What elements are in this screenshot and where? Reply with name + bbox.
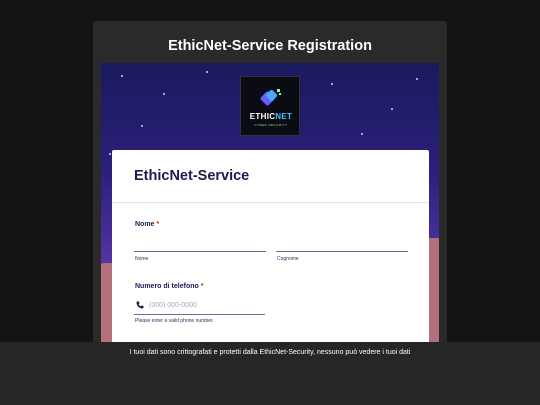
star <box>416 78 418 80</box>
last-name-input[interactable] <box>276 236 408 250</box>
page-title: EthicNet-Service Registration <box>168 38 372 54</box>
security-notice: I tuoi dati sono crittografati e protett… <box>129 349 411 356</box>
registration-form: EthicNet-Service Nome * Nome Cognome Num… <box>112 150 429 363</box>
phone-underline <box>134 314 265 315</box>
logo-mark-icon <box>260 89 281 106</box>
phone-input[interactable]: (000) 000-0000 <box>149 302 197 309</box>
star <box>331 83 333 85</box>
name-label: Nome * <box>135 221 159 228</box>
required-mark: * <box>156 221 160 228</box>
first-name-underline <box>134 251 266 252</box>
required-mark: * <box>200 283 204 290</box>
first-name-input[interactable] <box>134 236 266 250</box>
phone-icon <box>136 301 144 309</box>
first-name-sublabel: Nome <box>135 256 149 262</box>
logo-wordmark: ETHICNET <box>241 112 301 121</box>
star <box>163 93 165 95</box>
phone-label-text: Numero di telefono <box>135 283 199 290</box>
logo-word-main: ETHIC <box>249 112 276 121</box>
last-name-underline <box>276 251 408 252</box>
star <box>391 108 393 110</box>
phone-label: Numero di telefono * <box>135 283 203 290</box>
star <box>206 71 208 73</box>
logo-word-accent: NET <box>275 112 293 121</box>
star <box>121 75 123 77</box>
star <box>141 125 143 127</box>
form-divider <box>112 202 429 203</box>
logo-tagline: CYBER SECURITY <box>254 123 288 127</box>
form-embed-frame: ETHICNET CYBER SECURITY EthicNet-Service… <box>101 63 439 363</box>
star <box>361 133 363 135</box>
name-label-text: Nome <box>135 221 155 228</box>
phone-help-text: Please enter a valid phone number. <box>135 318 214 324</box>
ethicnet-logo: ETHICNET CYBER SECURITY <box>240 76 300 136</box>
last-name-sublabel: Cognome <box>277 256 299 262</box>
form-title: EthicNet-Service <box>134 168 250 184</box>
star <box>109 153 111 155</box>
security-banner: I tuoi dati sono crittografati e protett… <box>0 342 540 405</box>
